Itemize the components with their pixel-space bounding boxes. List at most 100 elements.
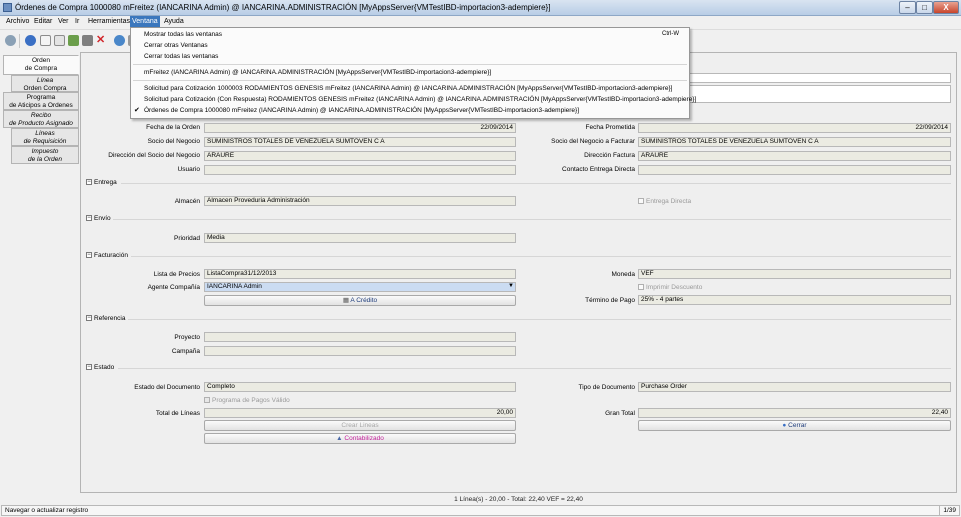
entrega-directa-checkbox[interactable]: Entrega Directa: [638, 198, 691, 205]
new-record-icon[interactable]: [40, 35, 51, 46]
checkbox-icon[interactable]: [638, 198, 644, 205]
refresh-icon[interactable]: [114, 35, 125, 46]
fecha-orden-field[interactable]: 22/09/2014: [204, 123, 516, 133]
menu-ayuda[interactable]: Ayuda: [162, 16, 186, 27]
tab-linea-orden-compra[interactable]: Línea Orden Compra: [11, 75, 79, 92]
fecha-orden-label: Fecha de la Orden: [146, 124, 200, 131]
button-label: Cerrar: [788, 422, 807, 429]
tab-label: de la Orden: [28, 156, 62, 163]
proyecto-field[interactable]: [204, 332, 516, 342]
socio-label: Socio del Negocio: [147, 138, 200, 145]
usuario-label: Usuario: [177, 166, 200, 173]
undo-icon[interactable]: [5, 35, 16, 46]
lista-precios-label: Lista de Precios: [153, 271, 200, 278]
side-tabs: Orden de Compra Línea Orden Compra Progr…: [1, 53, 79, 493]
gran-total-field[interactable]: 22,40: [638, 408, 951, 418]
menu-show-all-windows[interactable]: Mostrar todas las ventanas: [144, 30, 222, 39]
save-icon[interactable]: [68, 35, 79, 46]
imprimir-descuento-checkbox[interactable]: Imprimir Descuento: [638, 284, 702, 291]
fecha-prometida-field[interactable]: 22/09/2014: [638, 123, 951, 133]
section-title: Referencia: [94, 315, 126, 322]
menu-editar[interactable]: Editar: [32, 16, 54, 27]
almacen-field[interactable]: Almacen Proveduria Administración: [204, 196, 516, 206]
toolbar-separator: [19, 34, 20, 48]
direccion-field[interactable]: ARAURE: [204, 151, 516, 161]
contabilizado-button[interactable]: ▲ Contabilizado: [204, 433, 516, 444]
checkbox-icon[interactable]: [638, 284, 644, 291]
campana-field[interactable]: [204, 346, 516, 356]
usuario-field[interactable]: [204, 165, 516, 175]
direccion-factura-field[interactable]: ARAURE: [638, 151, 951, 161]
menu-archivo[interactable]: Archivo: [4, 16, 31, 27]
menu-close-other-windows[interactable]: Cerrar otras Ventanas: [144, 41, 208, 50]
menu-window-item-current[interactable]: Órdenes de Compra 1000080 mFreitez (IANC…: [144, 106, 579, 115]
socio-facturar-field[interactable]: SUMINISTROS TOTALES DE VENEZUELA SUMTOVE…: [638, 137, 951, 147]
collapse-icon[interactable]: −: [86, 252, 92, 259]
button-label: A Crédito: [350, 297, 378, 304]
tab-orden-de-compra[interactable]: Orden de Compra: [3, 55, 79, 75]
maximize-button[interactable]: □: [916, 1, 933, 14]
collapse-icon[interactable]: −: [86, 215, 92, 222]
termino-pago-field[interactable]: 25% - 4 partes: [638, 295, 951, 305]
record-summary: 1 Línea(s) - 20,00 - Total: 22,40 VEF = …: [454, 496, 583, 503]
crear-lineas-button[interactable]: Crear Lineas: [204, 420, 516, 431]
section-referencia[interactable]: − Referencia: [86, 315, 125, 322]
prioridad-field[interactable]: Media: [204, 233, 516, 243]
section-facturacion[interactable]: − Facturación: [86, 252, 128, 259]
menu-close-all-windows[interactable]: Cerrar todas las ventanas: [144, 52, 218, 61]
a-credito-button[interactable]: ▦ A Crédito: [204, 295, 516, 306]
tab-lineas-requisicion[interactable]: Líneas de Requisición: [11, 128, 79, 146]
agente-select[interactable]: IANCARINA Admin: [204, 282, 516, 292]
help-icon[interactable]: [25, 35, 36, 46]
collapse-icon[interactable]: −: [86, 179, 92, 186]
menu-shortcut: Ctrl-W: [662, 31, 679, 37]
close-window-button[interactable]: X: [933, 1, 959, 14]
ignore-icon[interactable]: [82, 35, 93, 46]
checkbox-checked-icon[interactable]: [204, 397, 210, 404]
tab-label: de Producto Asignado: [9, 120, 73, 127]
tab-recibo-producto[interactable]: Recibo de Producto Asignado: [3, 110, 79, 128]
gran-total-label: Gran Total: [605, 410, 635, 417]
programa-pagos-checkbox[interactable]: Programa de Pagos Válido: [204, 397, 290, 404]
app-icon: [3, 3, 12, 12]
moneda-field[interactable]: VEF: [638, 269, 951, 279]
delete-icon[interactable]: ✕: [96, 35, 107, 46]
lista-precios-field[interactable]: ListaCompra31/12/2013: [204, 269, 516, 279]
status-message: Navegar o actualizar registro: [5, 507, 89, 514]
menu-ir[interactable]: Ir: [73, 16, 81, 27]
tipo-documento-field[interactable]: Purchase Order: [638, 382, 951, 392]
collapse-icon[interactable]: −: [86, 315, 92, 322]
section-estado[interactable]: − Estado: [86, 364, 114, 371]
moneda-label: Moneda: [611, 271, 636, 278]
menu-window-item[interactable]: Solicitud para Cotización 1000003 RODAMI…: [144, 84, 672, 93]
record-counter[interactable]: 1/39: [939, 506, 956, 515]
cerrar-button[interactable]: ● Cerrar: [638, 420, 951, 431]
menu-herramientas[interactable]: Herramientas: [86, 16, 132, 27]
socio-field[interactable]: SUMINISTROS TOTALES DE VENEZUELA SUMTOVE…: [204, 137, 516, 147]
prioridad-label: Prioridad: [173, 235, 200, 242]
copy-record-icon[interactable]: [54, 35, 65, 46]
tab-programa-anticipos[interactable]: Programa de Aticipos a Ordenes: [3, 92, 79, 110]
tab-impuesto-orden[interactable]: Impuesto de la Orden: [11, 146, 79, 164]
total-lineas-field[interactable]: 20,00: [204, 408, 516, 418]
section-envio[interactable]: − Envío: [86, 215, 111, 222]
collapse-icon[interactable]: −: [86, 364, 92, 371]
menu-ver[interactable]: Ver: [56, 16, 71, 27]
dropdown-arrow-icon[interactable]: ▼: [508, 283, 514, 289]
checkbox-label: Imprimir Descuento: [646, 284, 703, 291]
menu-window-item[interactable]: Solicitud para Cotización (Con Respuesta…: [144, 95, 696, 104]
window-title: Órdenes de Compra 1000080 mFreitez (IANC…: [15, 3, 551, 12]
contacto-field[interactable]: [638, 165, 951, 175]
menu-ventana[interactable]: Ventana: [130, 16, 160, 27]
section-entrega[interactable]: − Entrega: [86, 179, 117, 186]
total-lineas-label: Total de Líneas: [155, 410, 200, 417]
ventana-dropdown-menu: Mostrar todas las ventanas Ctrl-W Cerrar…: [130, 27, 696, 119]
menu-window-item[interactable]: mFreitez (IANCARINA Admin) @ IANCARINA.A…: [144, 68, 491, 77]
section-title: Envío: [94, 215, 111, 222]
tab-label: de Compra: [24, 65, 58, 72]
almacen-label: Almacén: [174, 198, 200, 205]
estado-documento-field[interactable]: Completo: [204, 382, 516, 392]
tab-label: Recibo: [30, 112, 52, 119]
divider: [131, 256, 951, 257]
minimize-button[interactable]: –: [899, 1, 916, 14]
